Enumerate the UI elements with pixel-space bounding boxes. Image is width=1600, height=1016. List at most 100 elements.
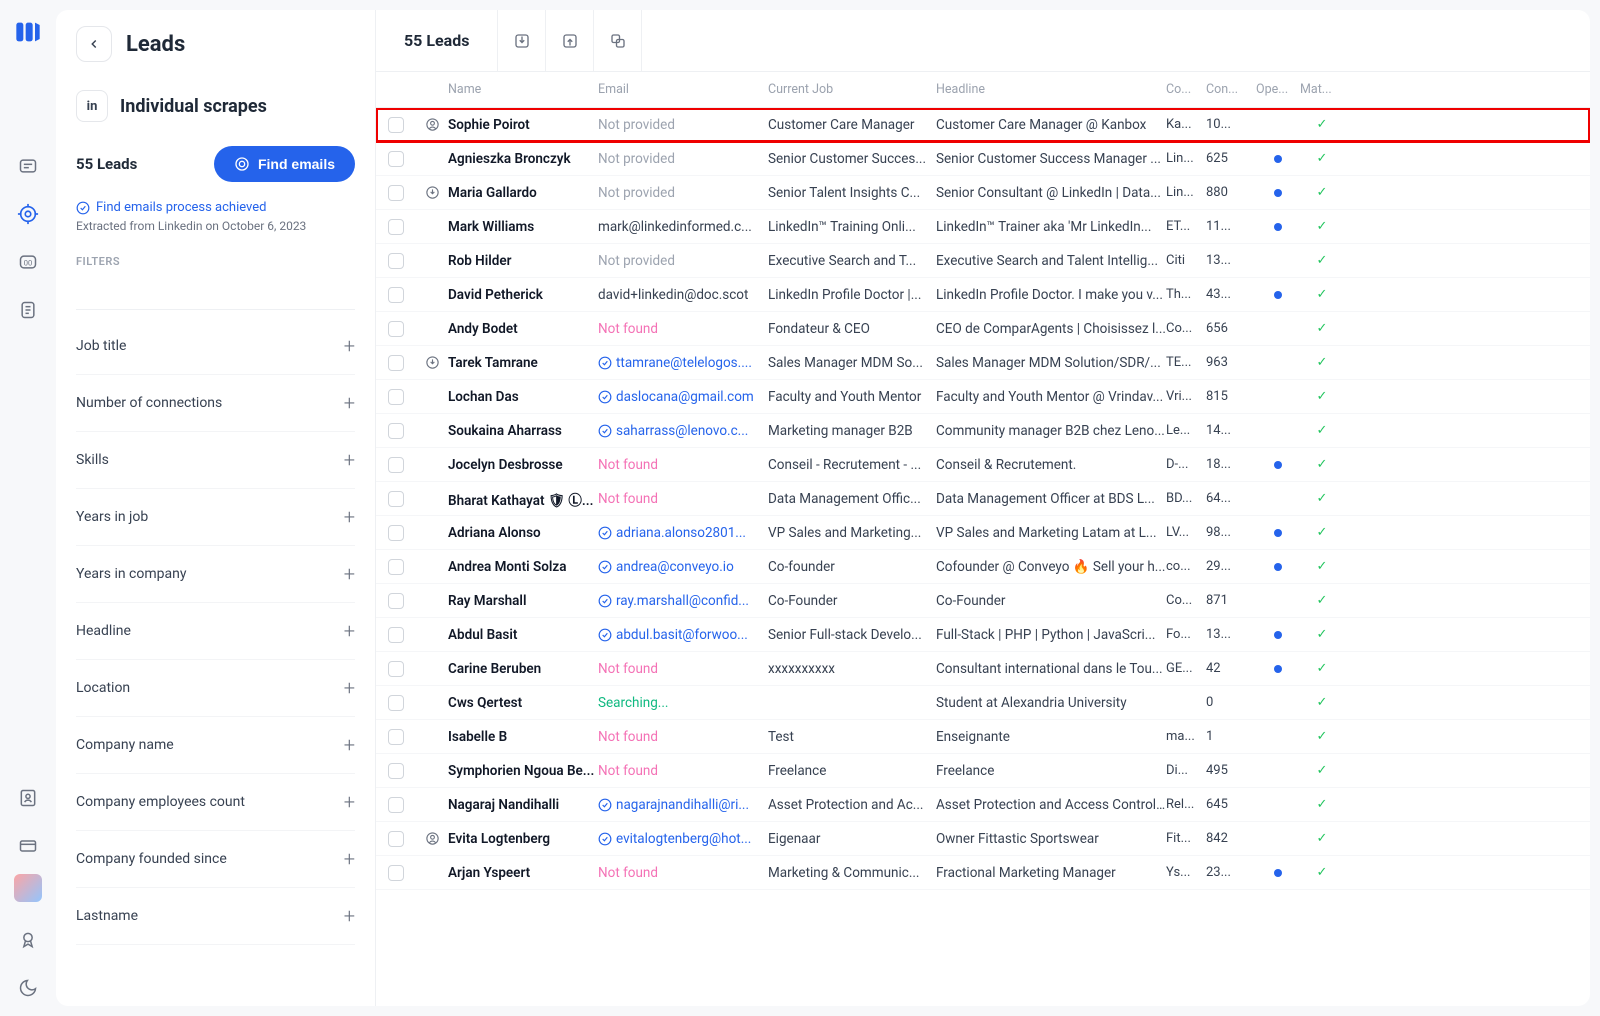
nav-doc-icon[interactable] [8, 290, 48, 330]
table-row[interactable]: David Petherickdavid+linkedin@doc.scotLi… [376, 278, 1590, 312]
row-checkbox[interactable] [388, 253, 404, 269]
table-row[interactable]: Jocelyn DesbrosseNot foundConseil - Recr… [376, 448, 1590, 482]
email-cell[interactable]: abdul.basit@forwoo... [598, 627, 768, 643]
row-checkbox[interactable] [388, 729, 404, 745]
table-row[interactable]: Soukaina Aharrasssaharrass@lenovo.c...Ma… [376, 414, 1590, 448]
export-button[interactable] [546, 10, 594, 71]
table-row[interactable]: Rob HilderNot providedExecutive Search a… [376, 244, 1590, 278]
nav-badge-icon[interactable] [8, 920, 48, 960]
name-cell: Rob Hilder [448, 253, 598, 269]
row-checkbox[interactable] [388, 117, 404, 133]
table-row[interactable]: Lochan Dasdaslocana@gmail.comFaculty and… [376, 380, 1590, 414]
row-checkbox[interactable] [388, 491, 404, 507]
table-row[interactable]: Agnieszka BronczykNot providedSenior Cus… [376, 142, 1590, 176]
email-cell: Not found [598, 729, 768, 745]
email-cell[interactable]: saharrass@lenovo.c... [598, 423, 768, 439]
table-row[interactable]: Abdul Basitabdul.basit@forwoo...Senior F… [376, 618, 1590, 652]
row-checkbox[interactable] [388, 627, 404, 643]
table-row[interactable]: Sophie PoirotNot providedCustomer Care M… [376, 108, 1590, 142]
table-row[interactable]: Andy BodetNot foundFondateur & CEOCEO de… [376, 312, 1590, 346]
row-checkbox[interactable] [388, 865, 404, 881]
company-cell: co... [1166, 559, 1206, 574]
table-row[interactable]: Mark Williamsmark@linkedinformed.c...Lin… [376, 210, 1590, 244]
nav-counter-icon[interactable]: 00 [8, 242, 48, 282]
find-emails-button[interactable]: Find emails [214, 146, 355, 182]
table-row[interactable]: Nagaraj Nandihallinagarajnandihalli@ri..… [376, 788, 1590, 822]
name-cell: Evita Logtenberg [448, 831, 598, 847]
email-cell[interactable]: ttamrane@telelogos.... [598, 355, 768, 371]
email-cell[interactable]: nagarajnandihalli@ri... [598, 797, 768, 813]
row-checkbox[interactable] [388, 321, 404, 337]
table-row[interactable]: Arjan YspeertNot foundMarketing & Commun… [376, 856, 1590, 890]
row-checkbox[interactable] [388, 797, 404, 813]
table-row[interactable]: Symphorien Ngoua Be...Not foundFreelance… [376, 754, 1590, 788]
connections-cell: 0 [1206, 695, 1256, 710]
filter-job-title[interactable]: Job title+ [76, 318, 355, 375]
user-avatar[interactable] [14, 874, 42, 902]
job-cell: xxxxxxxxxx [768, 661, 936, 677]
filter-headline[interactable]: Headline+ [76, 603, 355, 660]
table-row[interactable]: Andrea Monti Solzaandrea@conveyo.ioCo-fo… [376, 550, 1590, 584]
row-checkbox[interactable] [388, 151, 404, 167]
nav-theme-icon[interactable] [8, 968, 48, 1008]
filter-years-in-company[interactable]: Years in company+ [76, 546, 355, 603]
table-row[interactable]: Isabelle BNot foundTestEnseignantema...1… [376, 720, 1590, 754]
row-checkbox[interactable] [388, 831, 404, 847]
row-checkbox[interactable] [388, 423, 404, 439]
headline-cell: Sales Manager MDM Solution/SDR/... [936, 355, 1166, 371]
name-cell: Jocelyn Desbrosse [448, 457, 598, 473]
table-row[interactable]: Bharat Kathayat 🛡 Ⓛ...Not foundData Mana… [376, 482, 1590, 516]
row-checkbox[interactable] [388, 185, 404, 201]
duplicate-button[interactable] [594, 10, 642, 71]
import-button[interactable] [498, 10, 546, 71]
table-row[interactable]: Ray Marshallray.marshall@confid...Co-Fou… [376, 584, 1590, 618]
email-cell[interactable]: ray.marshall@confid... [598, 593, 768, 609]
row-checkbox[interactable] [388, 457, 404, 473]
table-row[interactable]: Carine BerubenNot foundxxxxxxxxxxConsult… [376, 652, 1590, 686]
email-cell[interactable]: adriana.alonso2801... [598, 525, 768, 541]
filter-skills[interactable]: Skills+ [76, 432, 355, 489]
plus-icon: + [344, 619, 355, 643]
back-button[interactable] [76, 26, 112, 62]
row-checkbox[interactable] [388, 287, 404, 303]
row-checkbox[interactable] [388, 525, 404, 541]
filter-location[interactable]: Location+ [76, 660, 355, 717]
row-checkbox[interactable] [388, 763, 404, 779]
nav-billing-icon[interactable] [8, 826, 48, 866]
table-row[interactable]: Cws QertestSearching...Student at Alexan… [376, 686, 1590, 720]
filter-company-employees-count[interactable]: Company employees count+ [76, 774, 355, 831]
headline-cell: Data Management Officer at BDS L... [936, 491, 1166, 507]
open-cell [1256, 155, 1300, 163]
table-row[interactable]: Evita Logtenbergevitalogtenberg@hot...Ei… [376, 822, 1590, 856]
filter-search-input[interactable] [76, 278, 355, 310]
row-checkbox[interactable] [388, 661, 404, 677]
filter-years-in-job[interactable]: Years in job+ [76, 489, 355, 546]
plus-icon: + [344, 448, 355, 472]
nav-target-icon[interactable] [8, 194, 48, 234]
filter-lastname[interactable]: Lastname+ [76, 888, 355, 945]
row-badge-icon [424, 627, 440, 643]
name-cell: Isabelle B [448, 729, 598, 745]
table-row[interactable]: Maria GallardoNot providedSenior Talent … [376, 176, 1590, 210]
filter-company-name[interactable]: Company name+ [76, 717, 355, 774]
email-cell[interactable]: evitalogtenberg@hot... [598, 831, 768, 847]
status-sub: Extracted from Linkedin on October 6, 20… [76, 219, 355, 233]
main-panel: 55 Leads Name Email Current Job Headline… [376, 10, 1590, 1006]
filter-number-of-connections[interactable]: Number of connections+ [76, 375, 355, 432]
table-row[interactable]: Adriana Alonsoadriana.alonso2801...VP Sa… [376, 516, 1590, 550]
nav-contacts-icon[interactable] [8, 778, 48, 818]
table-row[interactable]: Tarek Tamranettamrane@telelogos....Sales… [376, 346, 1590, 380]
email-cell[interactable]: daslocana@gmail.com [598, 389, 768, 405]
row-checkbox[interactable] [388, 355, 404, 371]
connections-cell: 23... [1206, 865, 1256, 880]
row-checkbox[interactable] [388, 559, 404, 575]
row-checkbox[interactable] [388, 389, 404, 405]
row-checkbox[interactable] [388, 695, 404, 711]
nav-messages-icon[interactable] [8, 146, 48, 186]
company-cell: ma... [1166, 729, 1206, 744]
headline-cell: Conseil & Recrutement. [936, 457, 1166, 473]
email-cell[interactable]: andrea@conveyo.io [598, 559, 768, 575]
filter-company-founded-since[interactable]: Company founded since+ [76, 831, 355, 888]
row-checkbox[interactable] [388, 219, 404, 235]
row-checkbox[interactable] [388, 593, 404, 609]
